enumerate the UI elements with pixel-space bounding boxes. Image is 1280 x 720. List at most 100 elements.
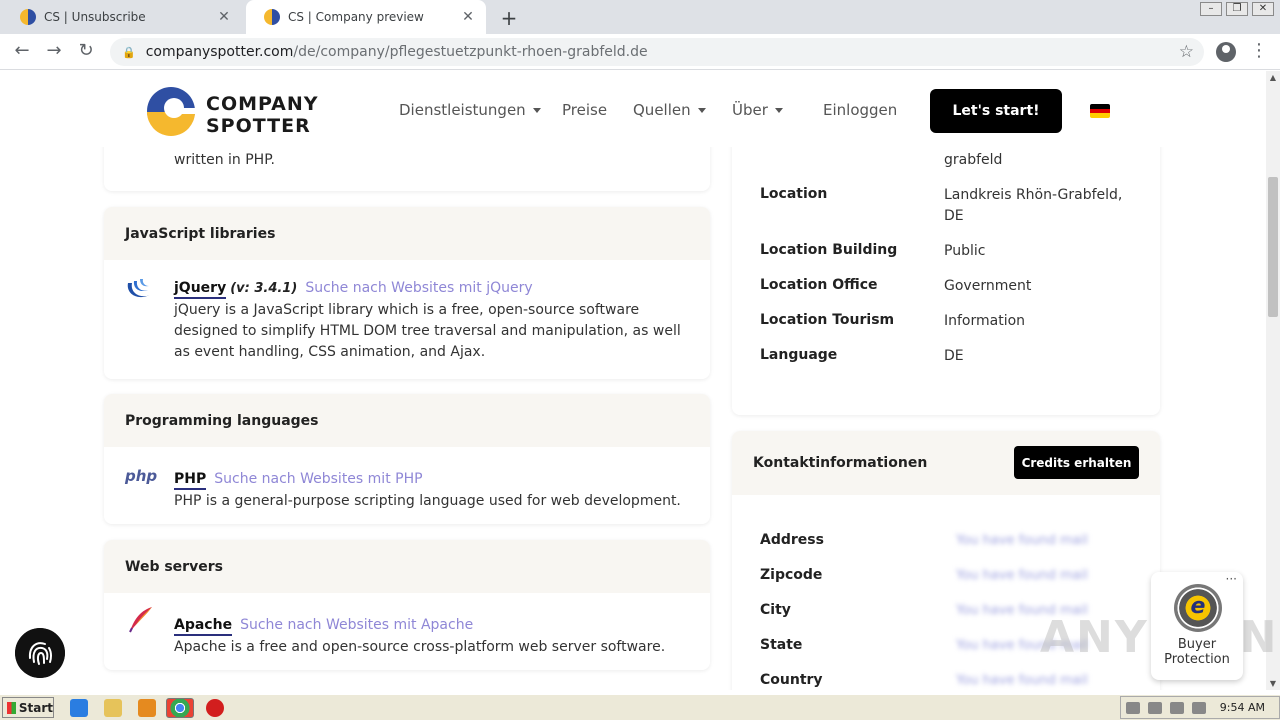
media-player-icon[interactable] [138, 699, 156, 717]
trusted-shops-seal-icon: e [1174, 584, 1222, 632]
tech-item-apache: Apache Suche nach Websites mit Apache Apa… [174, 614, 690, 658]
detail-value: Information [944, 313, 1026, 329]
contact-label: Zipcode [760, 567, 823, 583]
detail-label: Location Building [760, 242, 898, 258]
nav-services[interactable]: Dienstleistungen [399, 101, 541, 119]
account-icon[interactable] [1216, 42, 1236, 62]
contact-label: Country [760, 672, 823, 688]
logo-wordmark[interactable]: COMPANY SPOTTER [206, 93, 319, 137]
tab-title: CS | Company preview [288, 10, 424, 24]
bookmark-star-icon[interactable]: ☆ [1179, 42, 1194, 62]
close-window-icon[interactable]: ✕ [1252, 2, 1274, 16]
forward-icon[interactable]: → [42, 40, 66, 61]
german-flag-icon[interactable] [1090, 104, 1110, 118]
tab-title: CS | Unsubscribe [44, 10, 146, 24]
minimize-icon[interactable]: – [1200, 2, 1222, 16]
security-app-icon[interactable] [206, 699, 224, 717]
reload-icon[interactable]: ↻ [74, 40, 98, 61]
restore-icon[interactable]: ❐ [1226, 2, 1248, 16]
browser-tab-company-preview[interactable]: CS | Company preview ✕ [246, 0, 486, 34]
badge-line: Protection [1164, 652, 1230, 667]
tech-name-link[interactable]: Apache [174, 617, 233, 636]
contact-label: City [760, 602, 791, 618]
network-icon[interactable] [1147, 701, 1162, 714]
tech-description: PHP is a general-purpose scripting langu… [174, 493, 681, 509]
tech-name-link[interactable]: PHP [174, 471, 207, 490]
site-header: COMPANY SPOTTER Dienstleistungen Preise … [0, 71, 1266, 147]
start-label: Start [18, 700, 53, 715]
chrome-taskbar-icon[interactable] [166, 698, 194, 718]
nav-label: Quellen [633, 101, 691, 119]
back-icon[interactable]: ← [10, 40, 34, 61]
badge-line: Buyer [1177, 637, 1217, 652]
close-tab-icon[interactable]: ✕ [460, 9, 476, 25]
contact-value-locked: You have found mail [956, 568, 1088, 583]
tech-item-jquery: jQuery (v: 3.4.1) Suche nach Websites mit … [174, 277, 690, 363]
tech-description: jQuery is a JavaScript library which is … [174, 302, 681, 360]
windows-logo-icon [7, 701, 16, 714]
window-controls: – ❐ ✕ [1200, 2, 1274, 16]
section-heading: JavaScript libraries [104, 207, 710, 260]
flag-icon[interactable] [1191, 701, 1206, 714]
address-bar[interactable]: 🔒 companyspotter.com/de/company/pflegest… [110, 38, 1204, 66]
search-websites-link[interactable]: Suche nach Websites mit jQuery [305, 280, 532, 296]
fingerprint-icon[interactable] [15, 628, 65, 678]
favicon-icon [20, 9, 36, 25]
detail-label: Location Office [760, 277, 878, 293]
nav-pricing[interactable]: Preise [562, 101, 607, 119]
os-taskbar: Start 9:54 AM [0, 694, 1280, 720]
jquery-icon [127, 279, 150, 298]
detail-value: DE [944, 348, 964, 364]
internet-explorer-icon[interactable] [70, 699, 88, 717]
browser-menu-icon[interactable]: ⋮ [1250, 40, 1268, 61]
action-center-icon[interactable] [1169, 701, 1184, 714]
detail-value-partial: grabfeld [944, 152, 1003, 168]
scroll-down-icon[interactable]: ▼ [1266, 679, 1280, 688]
nav-sources[interactable]: Quellen [633, 101, 706, 119]
company-spotter-logo-icon[interactable] [146, 86, 196, 136]
logo-line: COMPANY [206, 93, 319, 115]
detail-value: Government [944, 278, 1032, 294]
folder-icon[interactable] [104, 699, 122, 717]
volume-icon[interactable] [1125, 701, 1140, 714]
detail-label: Language [760, 347, 838, 363]
start-button[interactable]: Start [2, 697, 54, 718]
nav-label: Einloggen [823, 101, 898, 119]
detail-value: Landkreis Rhön-Grabfeld, DE [944, 187, 1123, 224]
section-heading: Web servers [104, 540, 710, 593]
more-options-icon[interactable]: ··· [1226, 572, 1237, 586]
tech-name-link[interactable]: jQuery [174, 280, 227, 299]
new-tab-icon[interactable]: + [498, 6, 520, 30]
lock-icon: 🔒 [122, 45, 136, 59]
contact-value-locked: You have found mail [956, 673, 1088, 688]
search-websites-link[interactable]: Suche nach Websites mit PHP [214, 471, 422, 487]
nav-about[interactable]: Über [732, 101, 783, 119]
search-websites-link[interactable]: Suche nach Websites mit Apache [240, 617, 473, 633]
apache-feather-icon [129, 607, 152, 633]
get-credits-button[interactable]: Credits erhalten [1014, 446, 1139, 479]
tech-card-webservers: Web servers Apache Suche nach Websites mi… [104, 540, 710, 670]
contact-value-locked: You have found mail [956, 533, 1088, 548]
browser-tab-unsubscribe[interactable]: CS | Unsubscribe ✕ [2, 0, 242, 34]
tech-description: Apache is a free and open-source cross-p… [174, 639, 666, 655]
buyer-protection-label: Buyer Protection [1151, 637, 1243, 667]
tech-version: (v: 3.4.1) [230, 281, 298, 296]
nav-label: Preise [562, 101, 608, 119]
lets-start-button[interactable]: Let's start! [930, 89, 1062, 133]
section-heading: Programming languages [104, 394, 710, 447]
tech-card-javascript: JavaScript libraries jQuery (v: 3.4.1) Suc… [104, 207, 710, 379]
nav-label: Über [732, 101, 768, 119]
url-host: companyspotter.com [145, 44, 294, 60]
trusted-shops-badge[interactable]: ··· e Buyer Protection [1151, 572, 1243, 680]
nav-login[interactable]: Einloggen [823, 101, 897, 119]
scrollbar-thumb[interactable] [1268, 177, 1278, 317]
url-path: /de/company/pflegestuetzpunkt-rhoen-grab… [293, 44, 648, 60]
system-tray: 9:54 AM [1120, 696, 1280, 719]
chevron-down-icon [532, 108, 541, 113]
scroll-up-icon[interactable]: ▲ [1266, 73, 1280, 82]
close-tab-icon[interactable]: ✕ [216, 9, 232, 25]
php-icon: php [125, 467, 158, 485]
contact-label: State [760, 637, 803, 653]
logo-line: SPOTTER [206, 115, 311, 137]
page-scrollbar[interactable]: ▲ ▼ [1266, 71, 1280, 690]
